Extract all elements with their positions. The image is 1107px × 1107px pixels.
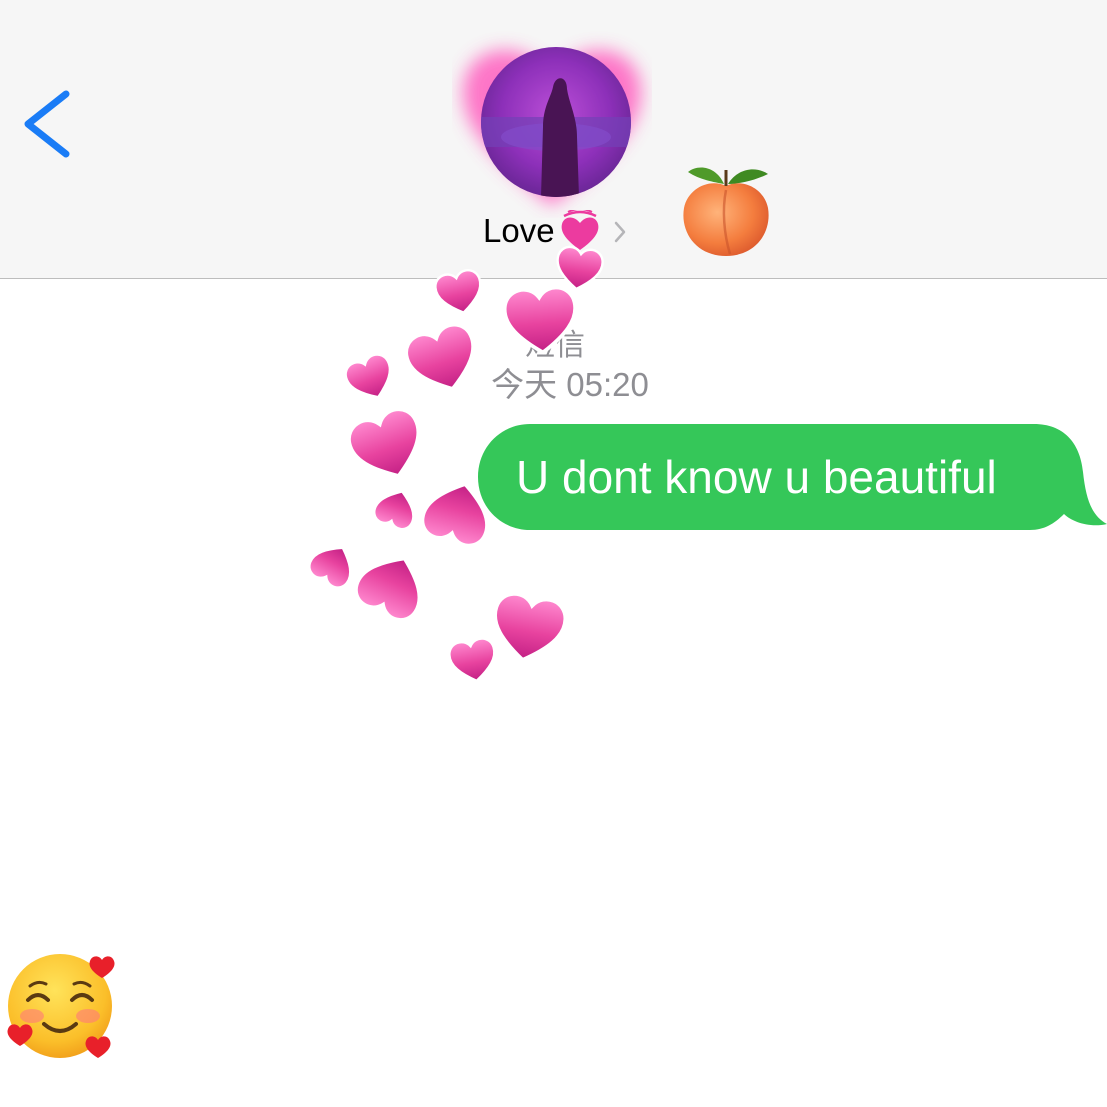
pink-heart-icon (341, 401, 434, 490)
contact-name[interactable]: Love (483, 212, 555, 250)
pink-heart-icon (446, 635, 501, 686)
back-button[interactable] (14, 84, 74, 164)
pink-heart-icon (348, 543, 436, 628)
chevron-right-icon[interactable] (612, 220, 628, 244)
pink-heart-icon (370, 483, 422, 534)
pink-heart-icon (486, 588, 571, 668)
smiling-face-with-hearts-icon (7, 954, 115, 1058)
sparkling-heart-icon (561, 210, 599, 250)
chevron-left-icon (24, 90, 70, 158)
message-timestamp: 今天 05:20 (491, 366, 649, 403)
contact-avatar[interactable] (481, 47, 631, 197)
conversation-header: Love (0, 0, 1107, 279)
peach-icon (683, 167, 769, 256)
pink-heart-icon (340, 349, 401, 407)
pink-heart-icon (304, 536, 363, 593)
message-text: U dont know u beautiful (516, 451, 997, 503)
